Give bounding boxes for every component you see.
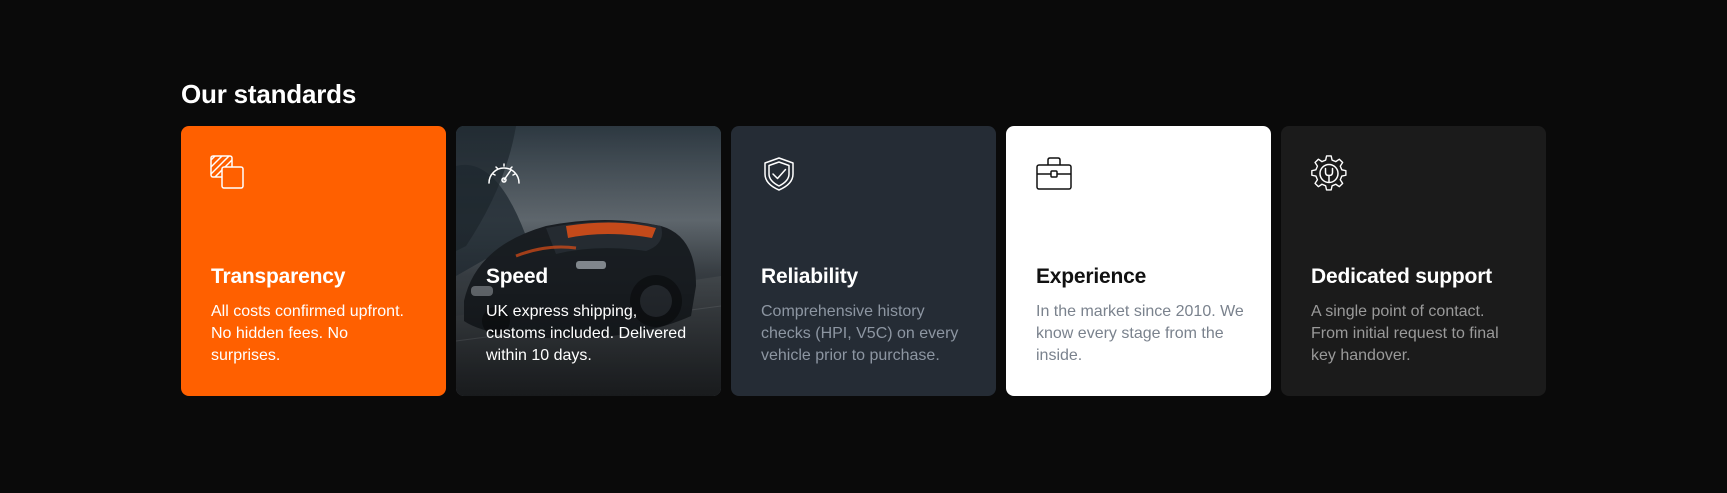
overlapping-squares-icon — [210, 155, 248, 193]
card-body: Reliability Comprehensive history checks… — [761, 265, 970, 367]
card-title: Speed — [486, 265, 549, 288]
section-title: Our standards — [181, 79, 357, 109]
card-text: UK express shipping, customs included. D… — [486, 303, 687, 364]
shield-check-icon — [760, 155, 798, 193]
card-title: Dedicated support — [1311, 265, 1492, 288]
briefcase-icon — [1035, 155, 1073, 193]
speedometer-icon — [485, 155, 523, 193]
standards-cards: Transparency All costs confirmed upfront… — [181, 126, 1546, 396]
card-text: All costs confirmed upfront. No hidden f… — [211, 303, 404, 364]
gear-wrench-icon — [1310, 155, 1348, 193]
card-text: In the market since 2010. We know every … — [1036, 303, 1244, 364]
card-text: A single point of contact. From initial … — [1311, 303, 1499, 364]
card-dedicated-support: Dedicated support A single point of cont… — [1281, 126, 1546, 396]
card-experience: Experience In the market since 2010. We … — [1006, 126, 1271, 396]
card-transparency: Transparency All costs confirmed upfront… — [181, 126, 446, 396]
standards-section: Our standards Transparency All costs con… — [181, 78, 1546, 396]
card-body: Experience In the market since 2010. We … — [1036, 265, 1245, 367]
card-speed: Speed UK express shipping, customs inclu… — [456, 126, 721, 396]
card-title: Reliability — [761, 265, 858, 288]
card-body: Transparency All costs confirmed upfront… — [211, 265, 420, 367]
card-text: Comprehensive history checks (HPI, V5C) … — [761, 303, 959, 364]
card-reliability: Reliability Comprehensive history checks… — [731, 126, 996, 396]
card-title: Experience — [1036, 265, 1147, 288]
card-title: Transparency — [211, 265, 346, 288]
card-body: Speed UK express shipping, customs inclu… — [486, 265, 695, 367]
card-body: Dedicated support A single point of cont… — [1311, 265, 1520, 367]
